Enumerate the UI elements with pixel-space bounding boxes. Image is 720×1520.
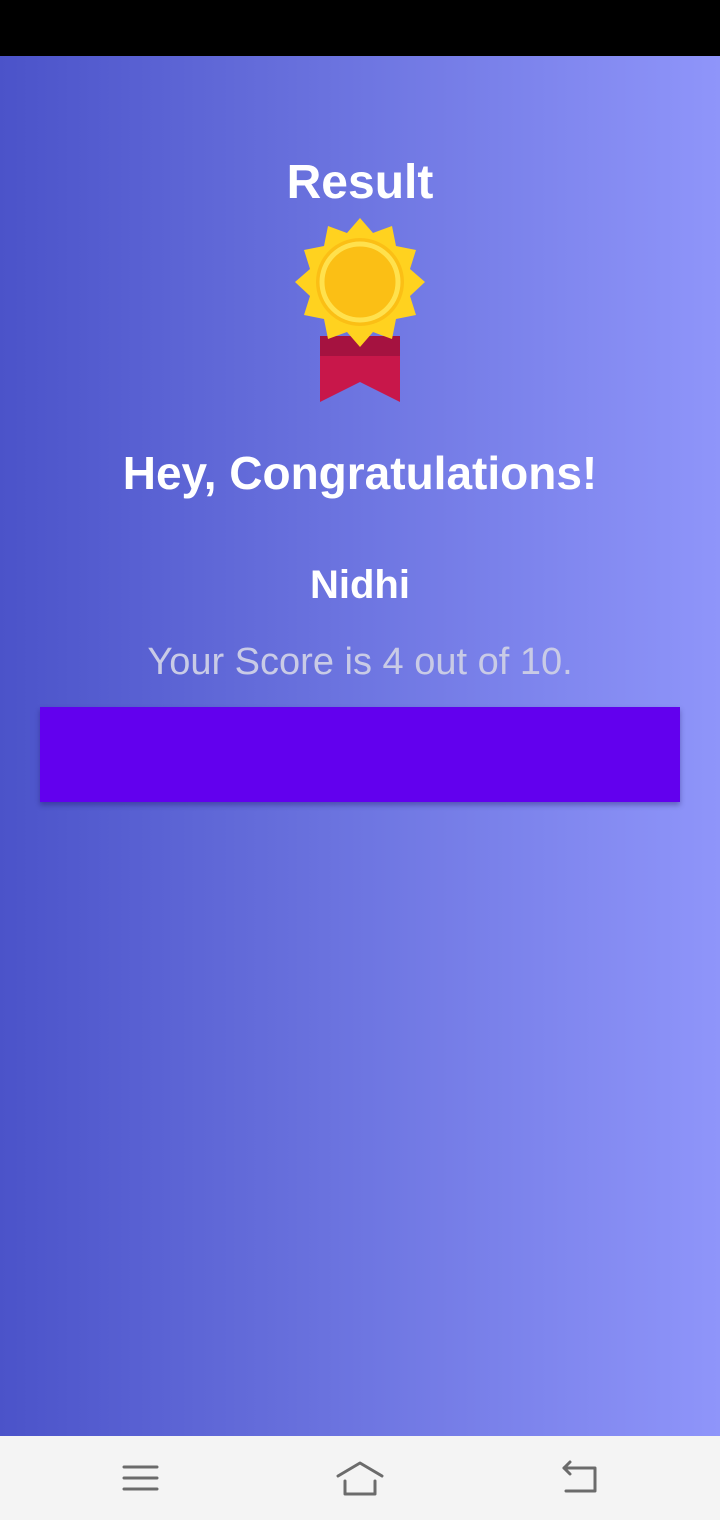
finish-button[interactable] — [40, 707, 680, 802]
back-icon[interactable] — [556, 1454, 604, 1502]
medal-face — [316, 238, 404, 326]
page-title: Result — [286, 156, 434, 209]
score-text: Your Score is 4 out of 10. — [147, 641, 573, 683]
result-content: Result Hey, Congratulations! Nidhi Your … — [0, 56, 720, 1436]
navigation-bar — [0, 1436, 720, 1520]
home-icon[interactable] — [336, 1454, 384, 1502]
congratulations-heading: Hey, Congratulations! — [122, 447, 598, 499]
user-name: Nidhi — [310, 563, 410, 607]
menu-icon[interactable] — [116, 1454, 164, 1502]
status-bar — [0, 0, 720, 56]
result-screen: Result Hey, Congratulations! Nidhi Your … — [0, 0, 720, 1520]
medal-icon — [295, 218, 425, 402]
